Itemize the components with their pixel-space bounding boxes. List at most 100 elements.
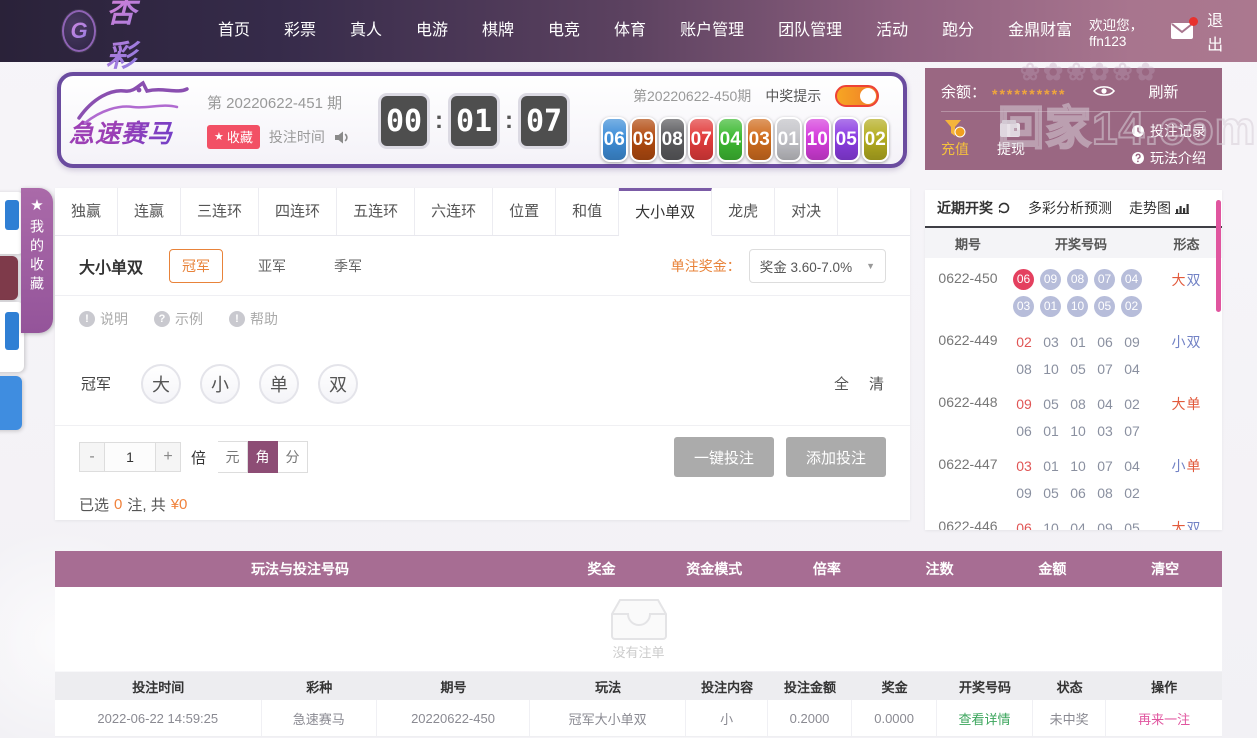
- question-icon: ?: [154, 311, 170, 327]
- bet-history-table: 投注时间 彩种 期号 玩法 投注内容 投注金额 奖金 开奖号码 状态 操作 20…: [55, 672, 1222, 737]
- nav-item-account[interactable]: 账户管理: [663, 0, 761, 62]
- position-third[interactable]: 季军: [321, 249, 375, 283]
- app-icon: [5, 200, 19, 230]
- countdown-minutes: 01: [451, 96, 497, 146]
- option-big[interactable]: 大: [141, 363, 182, 404]
- refresh-icon[interactable]: [997, 201, 1011, 215]
- play-intro-link[interactable]: 玩法介绍: [1131, 148, 1206, 168]
- deposit-button[interactable]: 充值: [941, 119, 969, 159]
- tab-longhu[interactable]: 龙虎: [712, 188, 776, 235]
- tab-sanlianhuan[interactable]: 三连环: [181, 188, 260, 235]
- position-champion[interactable]: 冠军: [169, 248, 224, 283]
- add-bet-button[interactable]: 添加投注: [786, 437, 886, 477]
- prize-select[interactable]: 奖金 3.60-7.0% ▼: [748, 248, 886, 283]
- page: G 杏彩 首页 彩票 真人 电游 棋牌 电竞 体育 账户管理 团队管理 活动 跑…: [0, 0, 1257, 738]
- position-runnerup[interactable]: 亚军: [245, 249, 299, 283]
- nav-item-paofen[interactable]: 跑分: [925, 0, 991, 62]
- select-all-button[interactable]: 全: [834, 373, 849, 394]
- draw-ball: 02: [862, 117, 889, 162]
- help-shili[interactable]: ? 示例: [154, 309, 203, 329]
- unit-fen[interactable]: 分: [278, 441, 309, 473]
- draw-ball: 07: [688, 117, 715, 162]
- mail-icon[interactable]: [1170, 17, 1199, 40]
- sidebar-scrollbar[interactable]: [1216, 200, 1221, 312]
- nav-item-esports[interactable]: 电竞: [531, 0, 597, 62]
- countdown-timer: 00 : 01 : 07: [381, 96, 567, 146]
- star-icon: ★: [30, 197, 44, 214]
- result-row: 0622-446 06 10 04 09 05 大双: [938, 518, 1202, 530]
- unit-jiao[interactable]: 角: [248, 441, 279, 473]
- withdraw-button[interactable]: 提现: [997, 119, 1025, 159]
- nav-item-cards[interactable]: 棋牌: [465, 0, 531, 62]
- bet-summary: 已选 0 注, 共 ¥0: [79, 495, 188, 514]
- unit-yuan[interactable]: 元: [218, 441, 249, 473]
- draw-ball: 10: [804, 117, 831, 162]
- top-nav: G 杏彩 首页 彩票 真人 电游 棋牌 电竞 体育 账户管理 团队管理 活动 跑…: [0, 0, 1257, 73]
- clear-all-column: 清空: [1151, 561, 1180, 577]
- toggle-knob: [860, 88, 877, 104]
- help-shuoming[interactable]: ! 说明: [79, 309, 128, 329]
- multiplier-input[interactable]: [105, 442, 155, 472]
- info-icon: !: [79, 311, 95, 327]
- results-table-header: 期号 开奖号码 形态: [925, 228, 1222, 258]
- bet-again-link[interactable]: 再来一注: [1106, 700, 1222, 736]
- refresh-balance-link[interactable]: 刷新: [1149, 81, 1179, 102]
- tab-wulianhuan[interactable]: 五连环: [337, 188, 416, 235]
- sidebar-tab-analysis[interactable]: 多彩分析预测: [1028, 198, 1112, 218]
- tab-silianhuan[interactable]: 四连环: [259, 188, 338, 235]
- tab-weizhi[interactable]: 位置: [493, 188, 557, 235]
- favorite-badge[interactable]: ★ 收藏: [207, 125, 260, 149]
- tab-duijue[interactable]: 对决: [775, 188, 839, 235]
- banner-period-info: 第 20220622-451 期 ★ 收藏 投注时间: [207, 92, 350, 149]
- my-favorites-tab[interactable]: ★ 我的收藏: [21, 188, 53, 333]
- row-label-champion: 冠军: [81, 376, 112, 393]
- option-odd[interactable]: 单: [259, 363, 300, 404]
- notification-dot: [1189, 17, 1199, 26]
- star-icon: ★: [214, 131, 224, 143]
- tab-liulianhuan[interactable]: 六连环: [415, 188, 494, 235]
- chart-icon: [1175, 204, 1189, 214]
- view-details-link[interactable]: 查看详情: [937, 700, 1033, 736]
- draw-ball: 04: [717, 117, 744, 162]
- bet-records-link[interactable]: 投注记录: [1131, 121, 1206, 141]
- tab-hezhi[interactable]: 和值: [556, 188, 620, 235]
- win-tip-toggle[interactable]: [835, 85, 880, 107]
- nav-item-sports[interactable]: 体育: [597, 0, 663, 62]
- quick-bet-button[interactable]: 一键投注: [674, 437, 774, 477]
- option-even[interactable]: 双: [318, 363, 359, 404]
- main-menu: 首页 彩票 真人 电游 棋牌 电竞 体育 账户管理 团队管理 活动 跑分 金鼎财…: [201, 0, 1089, 62]
- nav-item-home[interactable]: 首页: [201, 0, 267, 62]
- site-logo[interactable]: G 杏彩: [62, 0, 157, 75]
- caret-down-icon: ▼: [866, 260, 875, 271]
- floating-widget[interactable]: [0, 376, 22, 430]
- sidebar-tab-recent-draws[interactable]: 近期开奖: [937, 198, 1011, 218]
- result-row: 0622-448 09 05 08 04 02 06 01 10 03 07 大单: [938, 394, 1202, 439]
- tab-lianying[interactable]: 连赢: [118, 188, 182, 235]
- nav-item-live[interactable]: 真人: [333, 0, 399, 62]
- floating-widget[interactable]: [0, 256, 18, 300]
- last-draw-panel: 第20220622-450期 中奖提示 06 09 08 07 04 03 01…: [601, 84, 903, 162]
- speaker-icon[interactable]: [334, 130, 350, 145]
- game-name: 急速赛马: [69, 114, 219, 150]
- selected-amount: ¥0: [170, 495, 188, 513]
- game-banner: 急速赛马 第 20220622-451 期 ★ 收藏 投注时间 00 : 01 :…: [57, 72, 907, 168]
- nav-item-promo[interactable]: 活动: [859, 0, 925, 62]
- sidebar-tab-trend[interactable]: 走势图: [1129, 198, 1189, 218]
- help-bangzhu[interactable]: ! 帮助: [229, 309, 278, 329]
- wallet-icon: [1000, 120, 1020, 137]
- bet-status: 未中奖: [1033, 700, 1107, 736]
- clock-icon: [1132, 125, 1144, 137]
- tab-duying[interactable]: 独赢: [55, 188, 119, 235]
- nav-item-egames[interactable]: 电游: [399, 0, 465, 62]
- nav-item-team[interactable]: 团队管理: [761, 0, 859, 62]
- tab-daxiaodanshuang[interactable]: 大小单双: [619, 188, 713, 236]
- multiplier-plus-button[interactable]: +: [155, 442, 181, 472]
- multiplier-minus-button[interactable]: -: [79, 442, 105, 472]
- nav-item-wealth[interactable]: 金鼎财富: [991, 0, 1089, 62]
- last-period: 第20220622-450期: [633, 88, 752, 104]
- logout-link[interactable]: 退出: [1207, 7, 1231, 55]
- clear-button[interactable]: 清: [869, 373, 884, 394]
- nav-item-lottery[interactable]: 彩票: [267, 0, 333, 62]
- eye-icon[interactable]: [1092, 84, 1115, 98]
- option-small[interactable]: 小: [200, 363, 241, 404]
